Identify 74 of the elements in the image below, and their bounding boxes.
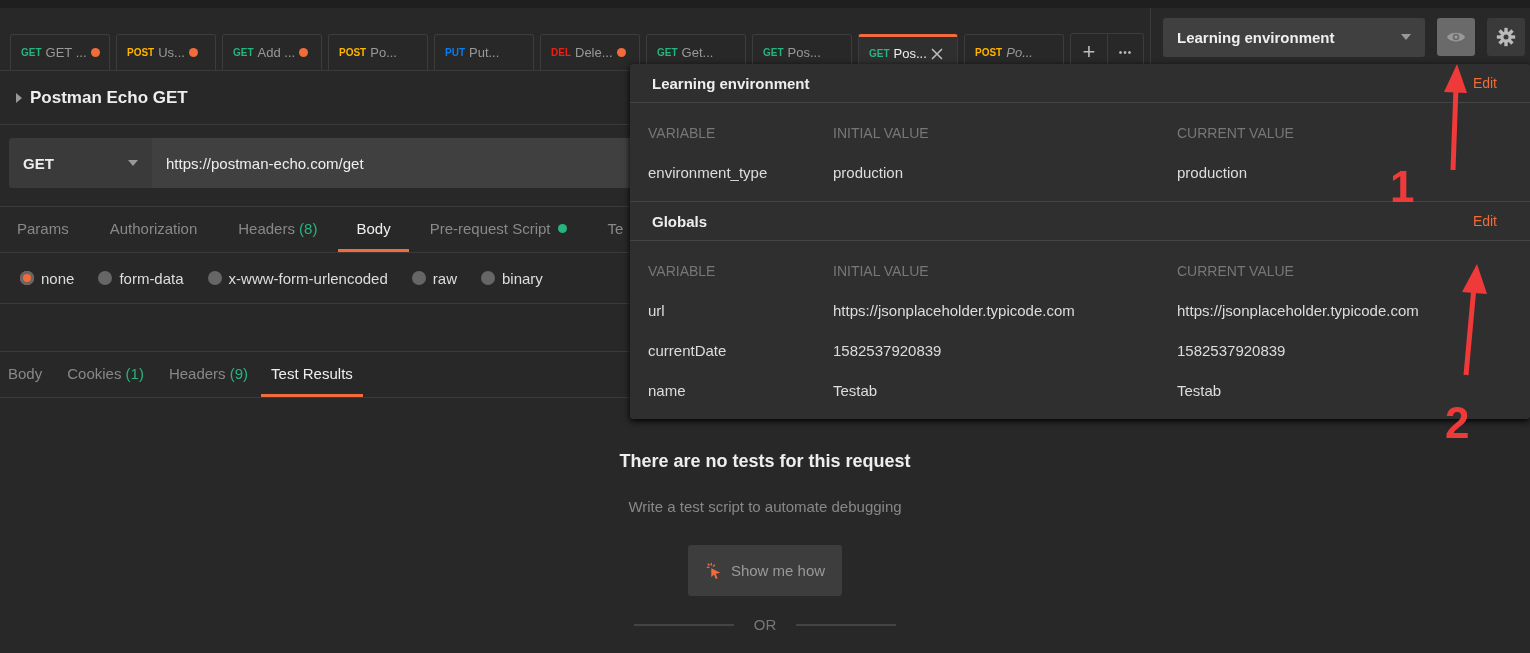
- request-tab[interactable]: GET GET ...: [10, 34, 110, 70]
- request-section-tab[interactable]: Authorization: [107, 207, 200, 252]
- request-tab[interactable]: POST Us...: [116, 34, 216, 70]
- caret-icon: [1401, 34, 1411, 40]
- request-section-tab[interactable]: Pre-request Script: [427, 207, 569, 252]
- tab-title: Po...: [1006, 45, 1033, 60]
- table-cell-text: production: [833, 163, 904, 183]
- settings-icon: [1496, 27, 1516, 47]
- table-cell-text: production: [1177, 163, 1248, 183]
- request-section-tab[interactable]: Body: [338, 207, 409, 252]
- table-cell-text: 1582537920839: [1177, 341, 1286, 361]
- table-cell-text: environment_type: [648, 163, 768, 183]
- body-type-radio[interactable]: binary: [480, 269, 543, 287]
- tab-title: Pos...: [893, 46, 927, 61]
- table-cell-text: Testab: [833, 381, 878, 401]
- unsaved-dot: [299, 48, 309, 57]
- tab-title: Put...: [469, 45, 500, 60]
- caret-icon: [128, 160, 138, 166]
- table-cell-text: 1582537920839: [833, 341, 942, 361]
- request-tab[interactable]: GET Add ...: [222, 34, 322, 70]
- request-tab[interactable]: PUT Put...: [434, 34, 534, 70]
- table-cell-text: https://jsonplaceholder.typicode.com: [1177, 301, 1419, 321]
- edit-link[interactable]: Edit: [1472, 75, 1497, 91]
- tab-title: Add ...: [257, 45, 296, 60]
- body-type-radio[interactable]: none: [20, 269, 75, 287]
- annotation-number: 1: [1390, 162, 1415, 212]
- table-cell-text: url: [648, 301, 665, 321]
- body-type-radio[interactable]: raw: [411, 269, 457, 287]
- pointer-click-icon: [704, 561, 723, 580]
- tab-title: Pos...: [787, 45, 821, 60]
- settings-button[interactable]: [1487, 18, 1525, 56]
- section-title: Globals: [652, 212, 707, 230]
- unsaved-dot: [188, 48, 198, 57]
- column-header: CURRENT VALUE: [1177, 124, 1295, 143]
- response-tab[interactable]: Body: [6, 352, 45, 397]
- expand-icon[interactable]: [16, 92, 22, 103]
- tab-title: Us...: [158, 45, 185, 60]
- or-divider-text: OR: [753, 616, 777, 633]
- section-title: Learning environment: [652, 74, 810, 92]
- table-cell-text: https://jsonplaceholder.typicode.com: [833, 301, 1075, 321]
- unsaved-dot: [90, 48, 100, 57]
- column-header: INITIAL VALUE: [833, 262, 930, 281]
- edit-link[interactable]: Edit: [1472, 213, 1497, 229]
- close-icon[interactable]: [930, 47, 943, 60]
- tab-title: GET ...: [45, 45, 87, 60]
- eye-icon: [1446, 30, 1466, 44]
- empty-state-text: Write a test script to automate debugging: [628, 498, 902, 515]
- column-header: VARIABLE: [648, 262, 717, 281]
- tab-title: Dele...: [575, 45, 613, 60]
- table-cell-text: currentDate: [648, 341, 727, 361]
- column-header: CURRENT VALUE: [1177, 262, 1295, 281]
- request-section-tab[interactable]: Headers (8): [236, 207, 320, 252]
- column-header: VARIABLE: [648, 124, 717, 143]
- tab-title: Po...: [370, 45, 397, 60]
- table-cell-text: Testab: [1177, 381, 1222, 401]
- tab-title: Get...: [681, 45, 714, 60]
- body-type-radio[interactable]: form-data: [98, 269, 184, 287]
- request-section-tab[interactable]: Params: [15, 207, 71, 252]
- environment-dropdown[interactable]: Learning environment: [1163, 17, 1425, 57]
- show-me-how-button[interactable]: Show me how: [688, 545, 842, 596]
- response-tab[interactable]: Test Results: [261, 352, 363, 397]
- annotation-number: 2: [1445, 398, 1470, 448]
- table-cell-text: name: [648, 381, 686, 401]
- unsaved-dot: [616, 48, 626, 57]
- column-header: INITIAL VALUE: [833, 124, 930, 143]
- response-tab[interactable]: Cookies (1): [65, 352, 146, 397]
- request-tab[interactable]: POST Po...: [328, 34, 428, 70]
- request-name: Postman Echo GET: [30, 87, 188, 108]
- body-type-radio[interactable]: x-www-form-urlencoded: [207, 269, 388, 287]
- request-section-tab[interactable]: Te: [605, 207, 626, 252]
- empty-state-title: There are no tests for this request: [619, 451, 911, 472]
- new-tab-button[interactable]: +: [1071, 34, 1107, 70]
- response-tab[interactable]: Headers (9): [166, 352, 251, 397]
- method-dropdown[interactable]: GET: [9, 138, 152, 188]
